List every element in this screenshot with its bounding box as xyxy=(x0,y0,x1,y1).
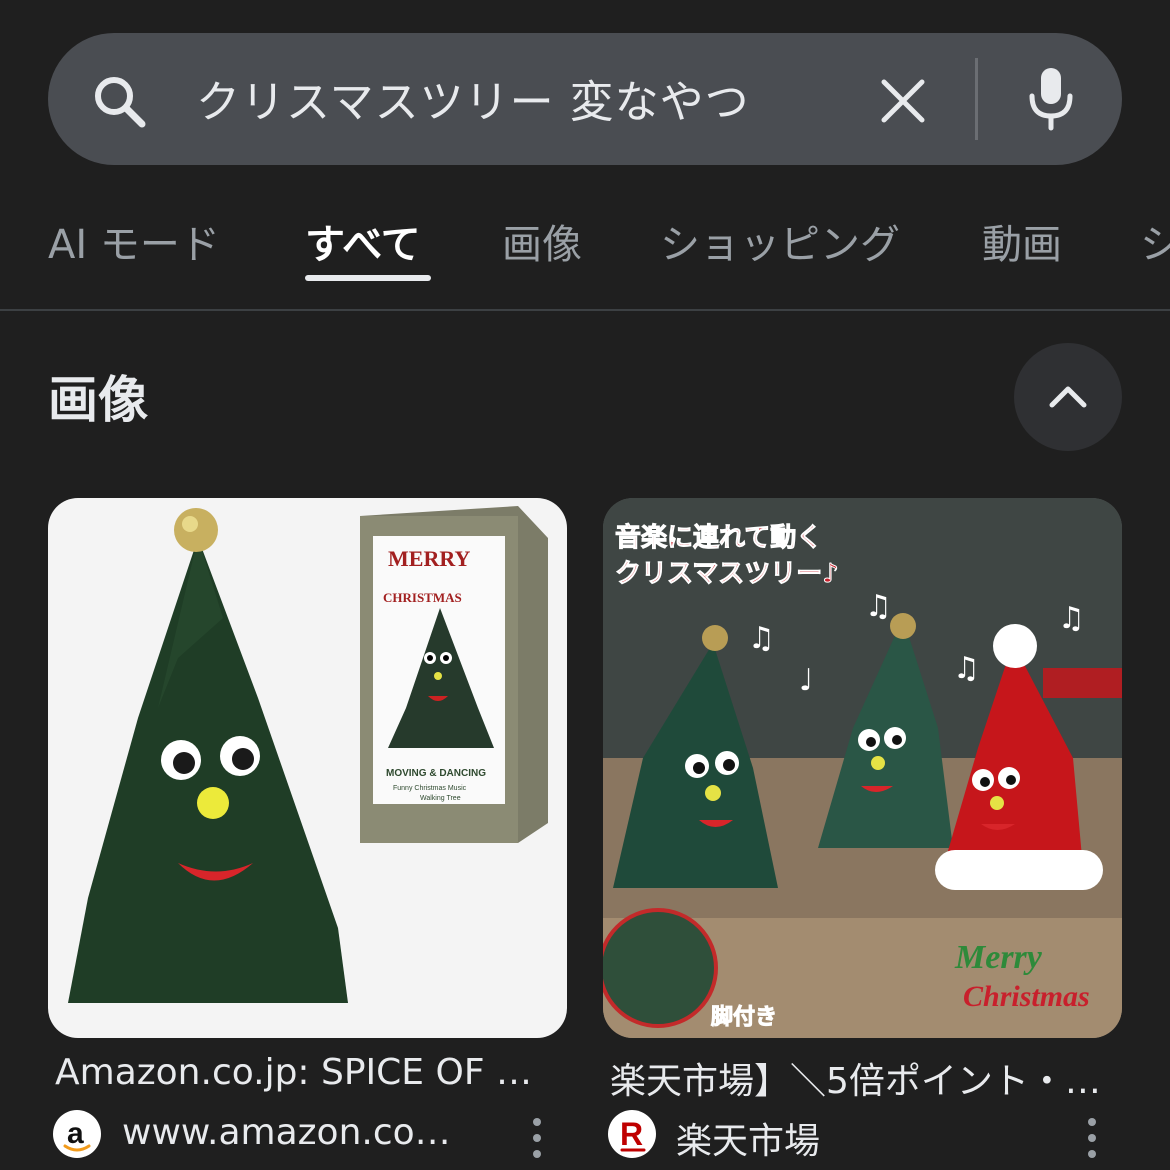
product-box: MERRY CHRISTMAS MOVING & DANCING Funny C… xyxy=(360,506,548,843)
greeting-christmas: Christmas xyxy=(963,980,1090,1013)
chevron-up-icon xyxy=(1049,386,1087,408)
result-image-amazon[interactable]: MERRY CHRISTMAS MOVING & DANCING Funny C… xyxy=(48,498,567,1038)
box-christmas-text: CHRISTMAS xyxy=(383,590,462,605)
tab-more[interactable]: シ xyxy=(1140,212,1170,270)
banner-line-2: クリスマスツリー♪ xyxy=(615,559,839,589)
active-tab-indicator xyxy=(305,275,431,281)
box-funny-text: Funny Christmas Music xyxy=(393,785,467,792)
music-note-icon: ♩ xyxy=(799,663,813,698)
tab-all[interactable]: すべて xyxy=(305,212,421,270)
result-source-amazon[interactable]: www.amazon.co… xyxy=(122,1112,451,1153)
search-icon[interactable] xyxy=(90,72,148,130)
result-title-rakuten[interactable]: 楽天市場】＼5倍ポイント・… xyxy=(610,1052,1101,1104)
box-merry-text: MERRY xyxy=(388,546,470,571)
section-title: 画像 xyxy=(48,371,148,429)
search-input[interactable]: クリスマスツリー 変なやつ xyxy=(196,66,750,130)
search-tabs: AI モード すべて 画像 ショッピング 動画 シ xyxy=(0,196,1170,308)
result-title-amazon[interactable]: Amazon.co.jp: SPICE OF … xyxy=(55,1052,532,1093)
music-note-icon: ♫ xyxy=(953,651,980,686)
result-source-rakuten[interactable]: 楽天市場 xyxy=(676,1112,820,1164)
tab-videos[interactable]: 動画 xyxy=(982,212,1062,270)
more-options-icon[interactable] xyxy=(1082,1116,1102,1160)
tabs-divider xyxy=(0,309,1170,311)
tab-ai-mode[interactable]: AI モード xyxy=(48,212,220,270)
more-options-icon[interactable] xyxy=(527,1116,547,1160)
music-note-icon: ♫ xyxy=(1058,601,1085,636)
collapse-button[interactable] xyxy=(1014,343,1122,451)
search-results-page: クリスマスツリー 変なやつ AI モード すべて 画像 ショッピング 動画 シ … xyxy=(0,0,1170,1170)
music-note-icon: ♫ xyxy=(748,621,775,656)
svg-text:R: R xyxy=(620,1116,643,1152)
svg-text:a: a xyxy=(67,1117,84,1150)
legs-label: 脚付き xyxy=(711,1005,777,1030)
search-divider xyxy=(975,58,978,140)
clear-icon[interactable] xyxy=(876,74,930,128)
tab-shopping[interactable]: ショッピング xyxy=(660,212,900,270)
mic-icon[interactable] xyxy=(1026,66,1076,132)
banner-line-1: 音楽に連れて動く xyxy=(615,522,822,553)
result-image-rakuten[interactable]: 音楽に連れて動く クリスマスツリー♪ ♫ ♫ ♫ ♫ ♩ 脚付き Merry C… xyxy=(603,498,1122,1038)
box-moving-text: MOVING & DANCING xyxy=(386,768,486,779)
amazon-favicon: a xyxy=(53,1110,101,1158)
box-walking-text: Walking Tree xyxy=(420,795,461,802)
tab-images[interactable]: 画像 xyxy=(502,212,582,270)
greeting-merry: Merry xyxy=(954,939,1043,976)
music-note-icon: ♫ xyxy=(865,589,892,624)
rakuten-favicon: R xyxy=(608,1110,656,1158)
